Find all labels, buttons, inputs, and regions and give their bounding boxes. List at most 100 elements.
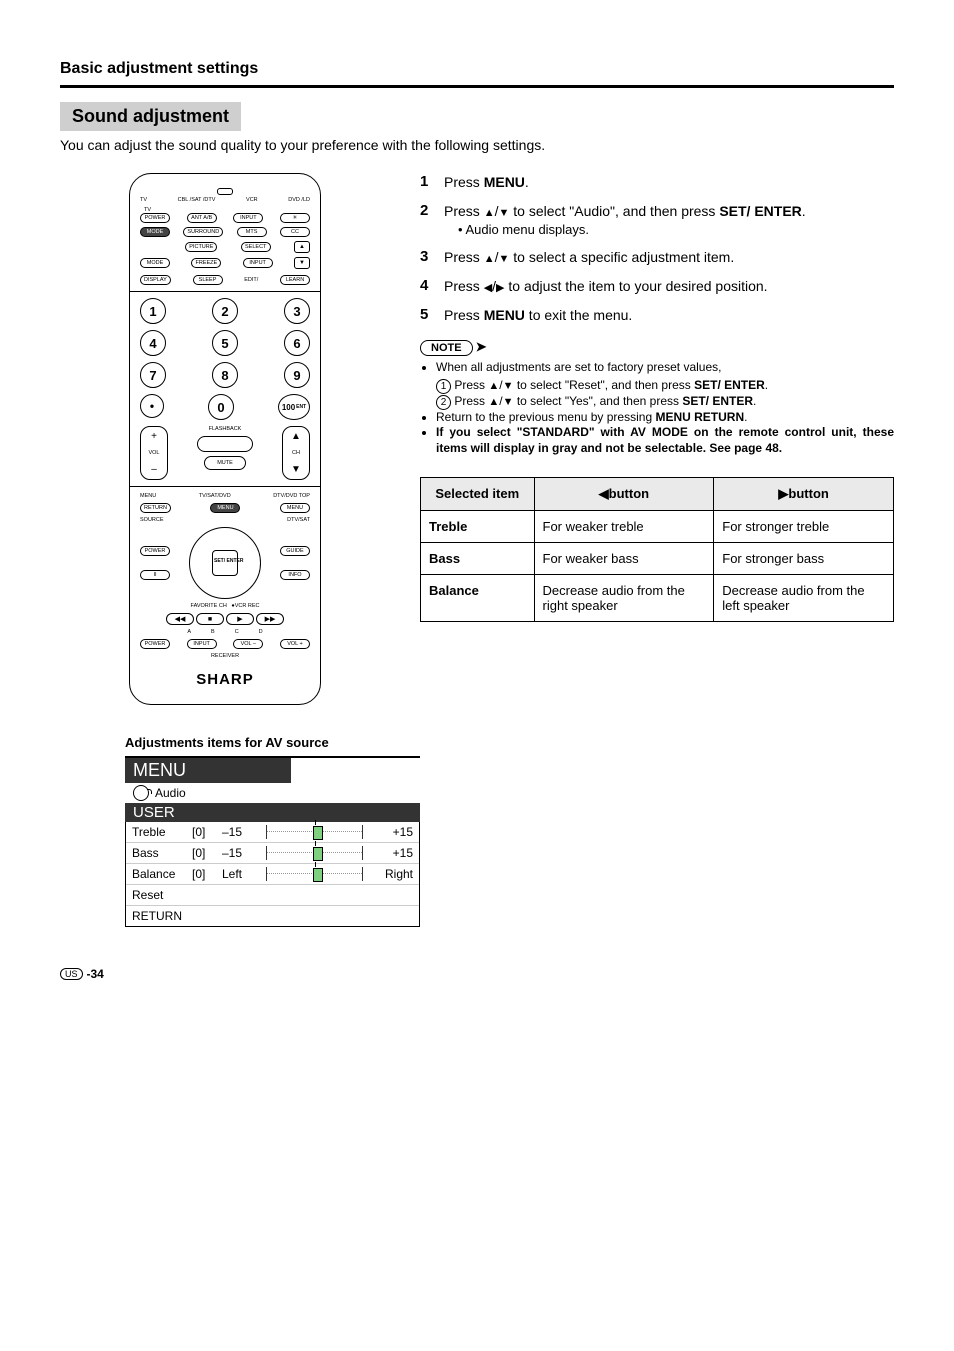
digit-9-button[interactable]: 9 [284, 362, 310, 388]
page-title: Sound adjustment [60, 102, 241, 131]
step-2: 2 Press ▲/▼ to select "Audio", and then … [420, 202, 894, 238]
up-triangle-icon: ▲ [484, 253, 495, 265]
right-triangle-icon: ▶ [496, 282, 504, 294]
learn-button[interactable]: LEARN [280, 275, 310, 285]
down-triangle-icon: ▼ [498, 253, 509, 265]
up-arrow-button[interactable]: ▲ [294, 241, 310, 253]
digit-100-button[interactable]: 100ENT [278, 394, 310, 420]
receiver-vol-up-button[interactable]: VOL + [280, 639, 310, 649]
down-arrow-button[interactable]: ▼ [294, 257, 310, 269]
digit-7-button[interactable]: 7 [140, 362, 166, 388]
ch-rocker[interactable]: ▲ CH ▼ [282, 426, 310, 480]
left-triangle-icon: ◀ [484, 282, 492, 294]
sleep-button[interactable]: SLEEP [193, 275, 223, 285]
pause-button[interactable]: II [140, 570, 170, 580]
freeze-button[interactable]: FREEZE [191, 258, 221, 268]
rewind-button[interactable]: ◀◀ [166, 613, 194, 625]
note-arrow-icon: ➤ [476, 339, 487, 354]
device-tv: TV [140, 197, 147, 203]
table-row: Balance Decrease audio from the right sp… [421, 574, 894, 621]
display-button[interactable]: DISPLAY [140, 275, 171, 285]
ffwd-button[interactable]: ▶▶ [256, 613, 284, 625]
vol-label: VOL [148, 450, 159, 456]
menu-header: MENU [125, 758, 291, 783]
item-return: RETURN [126, 905, 419, 926]
transport-c-label: C [235, 629, 239, 635]
digit-0-button[interactable]: 0 [208, 394, 234, 420]
light-button[interactable]: ✳ [280, 213, 310, 223]
digit-3-button[interactable]: 3 [284, 298, 310, 324]
vol-up-icon: + [151, 431, 157, 442]
intro-text: You can adjust the sound quality to your… [60, 137, 894, 153]
step-1: 1 Press MENU. [420, 173, 894, 192]
down-triangle-icon: ▼ [498, 207, 509, 219]
mode-button[interactable]: MODE [140, 227, 170, 237]
picture-button[interactable]: PICTURE [185, 242, 217, 252]
dpad[interactable]: SET/ ENTER [189, 527, 261, 599]
remote-figure: TV CBL /SAT /DTV VCR DVD /LD TV POWER AN… [60, 173, 390, 705]
device-cbl: CBL /SAT /DTV [178, 197, 216, 203]
item-reset: Reset [126, 884, 419, 905]
up-triangle-icon: ▲ [484, 207, 495, 219]
surround-button[interactable]: SURROUND [183, 227, 223, 237]
item-bass: Bass [0] –15 +15 [126, 842, 419, 863]
view-mode-button[interactable]: MODE [140, 258, 170, 268]
source-power-button[interactable]: POWER [140, 546, 170, 556]
play-button[interactable]: ▶ [226, 613, 254, 625]
region-badge: US [60, 968, 83, 980]
step-4: 4 Press ◀/▶ to adjust the item to your d… [420, 277, 894, 296]
digit-8-button[interactable]: 8 [212, 362, 238, 388]
note-block: NOTE➤ When all adjustments are set to fa… [420, 339, 894, 457]
digit-5-button[interactable]: 5 [212, 330, 238, 356]
power-button[interactable]: POWER [140, 213, 170, 223]
digit-6-button[interactable]: 6 [284, 330, 310, 356]
speaker-icon [133, 785, 149, 801]
ir-window-icon [217, 188, 233, 195]
digit-1-button[interactable]: 1 [140, 298, 166, 324]
select-button[interactable]: SELECT [241, 242, 271, 252]
cc-button[interactable]: CC [280, 227, 310, 237]
tvsatdvd-label: TV/SAT/DVD [199, 493, 231, 499]
flashback-label: FLASHBACK [209, 426, 242, 432]
digit-2-button[interactable]: 2 [212, 298, 238, 324]
device-labels: TV CBL /SAT /DTV VCR DVD /LD [140, 197, 310, 203]
input-button[interactable]: INPUT [233, 213, 263, 223]
ch-label: CH [292, 450, 300, 456]
device-dvd: DVD /LD [288, 197, 310, 203]
receiver-input-button[interactable]: INPUT [187, 639, 217, 649]
info-button[interactable]: INFO [280, 570, 310, 580]
vol-rocker[interactable]: + VOL – [140, 426, 168, 480]
circled-2-icon: 2 [436, 395, 451, 410]
top-menu-button[interactable]: MENU [280, 503, 310, 513]
steps-list: 1 Press MENU. 2 Press ▲/▼ to select "Aud… [420, 173, 894, 325]
flashback-button[interactable] [197, 436, 253, 452]
menu-return-button[interactable]: RETURN [140, 503, 171, 513]
slider-treble [266, 825, 363, 839]
transport-b-label: B [211, 629, 215, 635]
receiver-power-button[interactable]: POWER [140, 639, 170, 649]
dtvdvdtop-label: DTV/DVD TOP [273, 493, 310, 499]
device-vcr: VCR [246, 197, 258, 203]
edit-label: EDIT/ [244, 277, 258, 283]
ant-ab-button[interactable]: ANT A/B [187, 213, 217, 223]
dtvsat-label: DTV/SAT [287, 517, 310, 523]
note-label: NOTE [420, 340, 473, 356]
receiver-vol-down-button[interactable]: VOL – [233, 639, 263, 649]
digit-4-button[interactable]: 4 [140, 330, 166, 356]
dot-button[interactable]: • [140, 394, 164, 418]
note-bullet-2: Return to the previous menu by pressing … [436, 410, 894, 426]
divider [60, 85, 894, 88]
mute-button[interactable]: MUTE [204, 456, 246, 470]
table-row: Treble For weaker treble For stronger tr… [421, 510, 894, 542]
step-3: 3 Press ▲/▼ to select a specific adjustm… [420, 248, 894, 267]
user-header: USER [125, 803, 420, 822]
sub-input-button[interactable]: INPUT [243, 258, 273, 268]
page-number: -34 [87, 967, 104, 981]
transport-a-label: A [187, 629, 191, 635]
menu-label: MENU [140, 493, 156, 499]
menu-button[interactable]: MENU [210, 503, 240, 513]
mts-button[interactable]: MTS [237, 227, 267, 237]
transport-d-label: D [259, 629, 263, 635]
stop-button[interactable]: ■ [196, 613, 224, 625]
guide-button[interactable]: GUIDE [280, 546, 310, 556]
